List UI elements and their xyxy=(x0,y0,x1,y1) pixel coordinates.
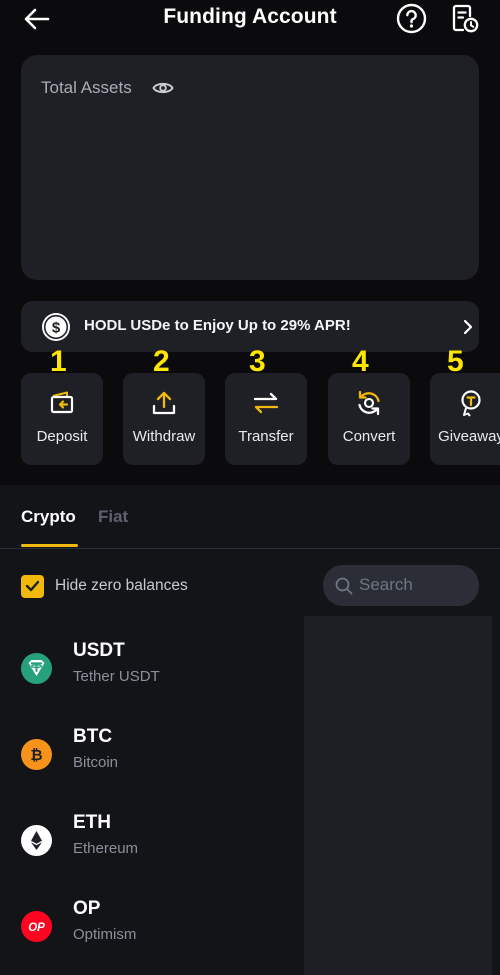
svg-text:₿: ₿ xyxy=(30,747,42,764)
help-icon[interactable] xyxy=(396,3,427,34)
hide-zero-balances-label: Hide zero balances xyxy=(55,577,188,594)
deposit-button[interactable]: Deposit xyxy=(21,373,103,465)
btc-icon: ₿ xyxy=(21,739,52,770)
convert-button[interactable]: Convert xyxy=(328,373,410,465)
coin-name: Optimism xyxy=(73,926,137,943)
withdraw-label: Withdraw xyxy=(132,428,196,445)
giveaway-icon xyxy=(457,389,485,417)
tab-crypto[interactable]: Crypto xyxy=(21,507,76,527)
promo-text: HODL USDe to Enjoy Up to 29% APR! xyxy=(84,317,351,334)
withdraw-button[interactable]: Withdraw xyxy=(123,373,205,465)
coin-row-op[interactable]: OP OP Optimism xyxy=(0,898,300,968)
svg-text:$: $ xyxy=(52,320,61,337)
hide-zero-balances-toggle[interactable]: Hide zero balances xyxy=(21,574,188,598)
coin-symbol: BTC xyxy=(73,726,113,747)
active-tab-indicator xyxy=(21,544,78,547)
upload-icon xyxy=(150,389,178,417)
transfer-arrows-icon xyxy=(252,389,280,417)
transfer-button[interactable]: Transfer xyxy=(225,373,307,465)
transfer-label: Transfer xyxy=(238,428,294,445)
search-icon xyxy=(335,577,353,595)
deposit-icon xyxy=(48,389,76,417)
eth-icon xyxy=(21,825,52,856)
records-icon[interactable] xyxy=(450,3,480,34)
coin-name: Tether USDT xyxy=(73,668,160,685)
coin-symbol: ETH xyxy=(73,812,111,833)
eye-icon[interactable] xyxy=(152,79,174,97)
total-assets-card: Total Assets xyxy=(21,55,479,280)
search-placeholder: Search xyxy=(359,575,413,594)
deposit-label: Deposit xyxy=(36,428,88,445)
coin-symbol: USDT xyxy=(73,640,125,661)
op-icon: OP xyxy=(21,911,52,942)
coin-row-btc[interactable]: ₿ BTC Bitcoin xyxy=(0,726,300,796)
giveaway-button[interactable]: Giveaway xyxy=(430,373,500,465)
header: Funding Account xyxy=(0,0,500,38)
chevron-right-icon xyxy=(461,319,475,335)
coin-row-usdt[interactable]: USDT Tether USDT xyxy=(0,640,300,710)
svg-text:OP: OP xyxy=(28,922,45,934)
coin-row-eth[interactable]: ETH Ethereum xyxy=(0,812,300,882)
assets-list-section: Crypto Fiat Hide zero balances Search US… xyxy=(0,485,500,975)
total-assets-label: Total Assets xyxy=(41,78,132,97)
search-input[interactable]: Search xyxy=(323,565,479,606)
giveaway-label: Giveaway xyxy=(438,428,500,445)
convert-icon xyxy=(355,389,383,417)
dollar-coin-icon: $ xyxy=(41,312,71,342)
checkbox-checked-icon[interactable] xyxy=(21,574,44,598)
coin-name: Bitcoin xyxy=(73,754,119,771)
usdt-icon xyxy=(21,653,52,684)
balance-redacted-area xyxy=(304,616,492,975)
tab-fiat[interactable]: Fiat xyxy=(98,507,128,527)
quick-actions-row: Deposit Withdraw Transfer Convert Giveaw… xyxy=(0,373,500,465)
coin-symbol: OP xyxy=(73,898,101,919)
convert-label: Convert xyxy=(342,428,396,445)
coin-name: Ethereum xyxy=(73,840,139,857)
tab-divider xyxy=(0,548,500,549)
